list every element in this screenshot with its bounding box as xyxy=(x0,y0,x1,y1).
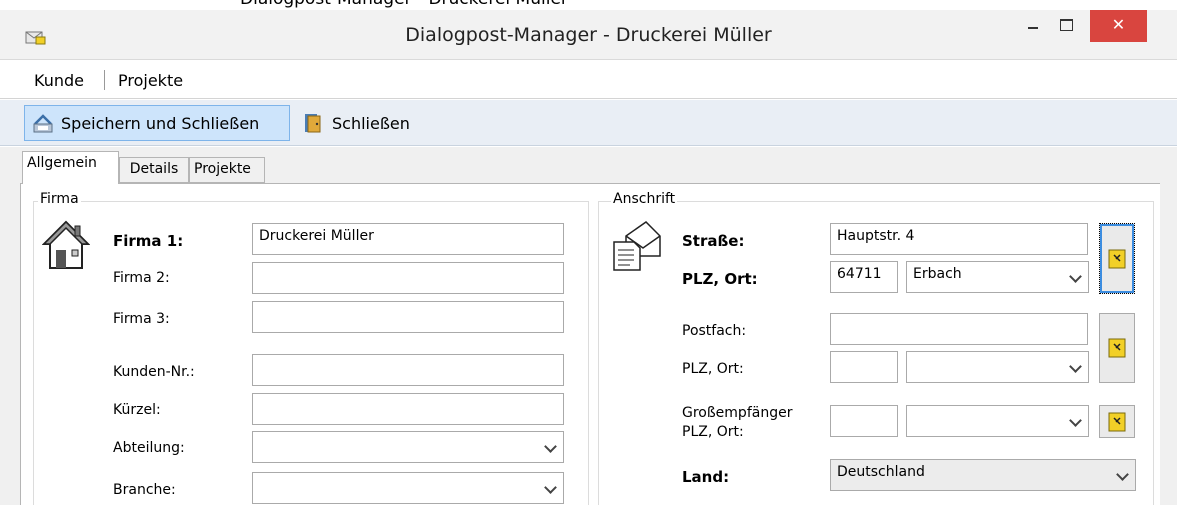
chevron-down-icon xyxy=(1069,414,1082,427)
menu-separator xyxy=(104,70,105,90)
firma2-label: Firma 2: xyxy=(113,270,170,286)
door-exit-icon xyxy=(305,114,321,133)
branche-select[interactable] xyxy=(252,472,564,504)
toolbar: Speichern und Schließen Schließen xyxy=(0,100,1177,146)
house-icon xyxy=(42,220,90,269)
top-cutoff-strip: Dialogpost-Manager - Druckerei Müller xyxy=(0,0,1177,10)
left-margin xyxy=(0,184,20,505)
strasse-input[interactable]: Hauptstr. 4 xyxy=(830,223,1088,255)
save-and-close-label: Speichern und Schließen xyxy=(61,113,260,133)
firma-group-label: Firma xyxy=(38,191,81,207)
maximize-button[interactable] xyxy=(1053,10,1081,42)
tab-strip: Allgemein Details Projekte xyxy=(0,147,1177,184)
grossempfaenger-label: Großempfänger xyxy=(682,405,793,421)
book-icon xyxy=(1108,249,1126,268)
menu-projekte-label: Projekte xyxy=(118,71,184,90)
land-value: Deutschland xyxy=(837,464,925,480)
postfach-input[interactable] xyxy=(830,313,1088,345)
grossempfaenger-plz-ort-label: PLZ, Ort: xyxy=(682,424,744,440)
right-margin xyxy=(1160,184,1177,505)
firma2-input[interactable] xyxy=(252,262,564,294)
abteilung-select[interactable] xyxy=(252,431,564,463)
book-icon xyxy=(1108,412,1126,431)
grossempfaenger-ort-select[interactable] xyxy=(906,405,1089,437)
save-and-close-button[interactable]: Speichern und Schließen xyxy=(24,105,290,141)
plz-input[interactable]: 64711 xyxy=(830,261,898,293)
tab-allgemein-label: Allgemein xyxy=(27,155,97,171)
land-select[interactable]: Deutschland xyxy=(830,459,1136,491)
menu-bar: Kunde Projekte xyxy=(0,61,1177,99)
anschrift-group-label: Anschrift xyxy=(611,191,678,207)
tab-projekte-label: Projekte xyxy=(194,161,251,177)
kuerzel-input[interactable] xyxy=(252,393,564,425)
close-window-button[interactable]: ✕ xyxy=(1090,10,1147,42)
postfach-plz-input[interactable] xyxy=(830,351,898,383)
grossempfaenger-lookup-button[interactable] xyxy=(1099,405,1135,438)
close-label: Schließen xyxy=(332,113,410,133)
menu-kunde-label: Kunde xyxy=(34,71,84,90)
tab-projekte[interactable]: Projekte xyxy=(189,157,265,183)
postfach-lookup-button[interactable] xyxy=(1099,313,1135,383)
kunden-nr-input[interactable] xyxy=(252,354,564,386)
menu-projekte[interactable]: Projekte xyxy=(118,71,183,90)
land-label: Land: xyxy=(682,468,730,486)
tab-details[interactable]: Details xyxy=(119,157,189,183)
close-button[interactable]: Schließen xyxy=(296,105,426,141)
window-title: Dialogpost-Manager - Druckerei Müller xyxy=(405,24,772,46)
firma1-input[interactable]: Druckerei Müller xyxy=(252,223,564,255)
book-icon xyxy=(1108,338,1126,358)
chevron-down-icon xyxy=(544,481,557,494)
plz-ort-label: PLZ, Ort: xyxy=(682,270,758,288)
postfach-label: Postfach: xyxy=(682,323,747,339)
grossempfaenger-plz-input[interactable] xyxy=(830,405,898,437)
tab-allgemein[interactable]: Allgemein xyxy=(22,151,119,184)
abteilung-label: Abteilung: xyxy=(113,440,185,456)
ort-value: Erbach xyxy=(913,266,962,282)
menu-kunde[interactable]: Kunde xyxy=(34,71,84,90)
postfach-ort-select[interactable] xyxy=(906,351,1089,383)
chevron-down-icon xyxy=(1069,270,1082,283)
ort-select[interactable]: Erbach xyxy=(906,261,1089,293)
title-bar: Dialogpost-Manager - Druckerei Müller ✕ xyxy=(0,10,1177,60)
top-cutoff-text: Dialogpost-Manager - Druckerei Müller xyxy=(240,0,568,9)
firma3-input[interactable] xyxy=(252,301,564,333)
minimize-button[interactable] xyxy=(1020,10,1048,42)
firma3-label: Firma 3: xyxy=(113,311,170,327)
chevron-down-icon xyxy=(1116,468,1129,481)
firma1-label: Firma 1: xyxy=(113,232,184,250)
save-close-icon xyxy=(33,114,53,133)
kuerzel-label: Kürzel: xyxy=(113,402,161,418)
letter-icon xyxy=(613,221,661,271)
kunden-nr-label: Kunden-Nr.: xyxy=(113,364,195,380)
strasse-label: Straße: xyxy=(682,232,745,250)
postfach-plz-ort-label: PLZ, Ort: xyxy=(682,361,744,377)
address-lookup-button[interactable] xyxy=(1099,223,1135,294)
chevron-down-icon xyxy=(1069,360,1082,373)
chevron-down-icon xyxy=(544,440,557,453)
branche-label: Branche: xyxy=(113,482,176,498)
tab-details-label: Details xyxy=(129,161,179,177)
